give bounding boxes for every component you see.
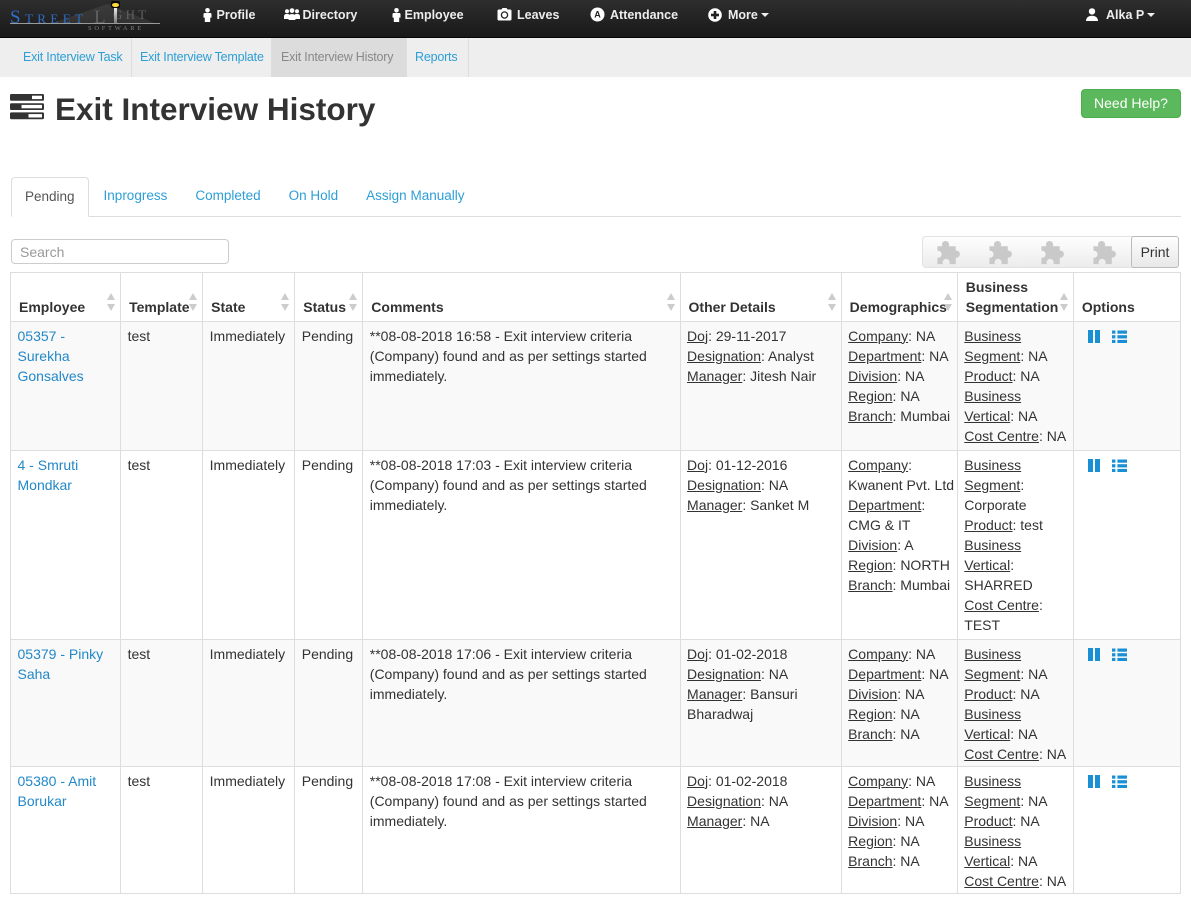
svg-text:A: A [594,10,601,20]
